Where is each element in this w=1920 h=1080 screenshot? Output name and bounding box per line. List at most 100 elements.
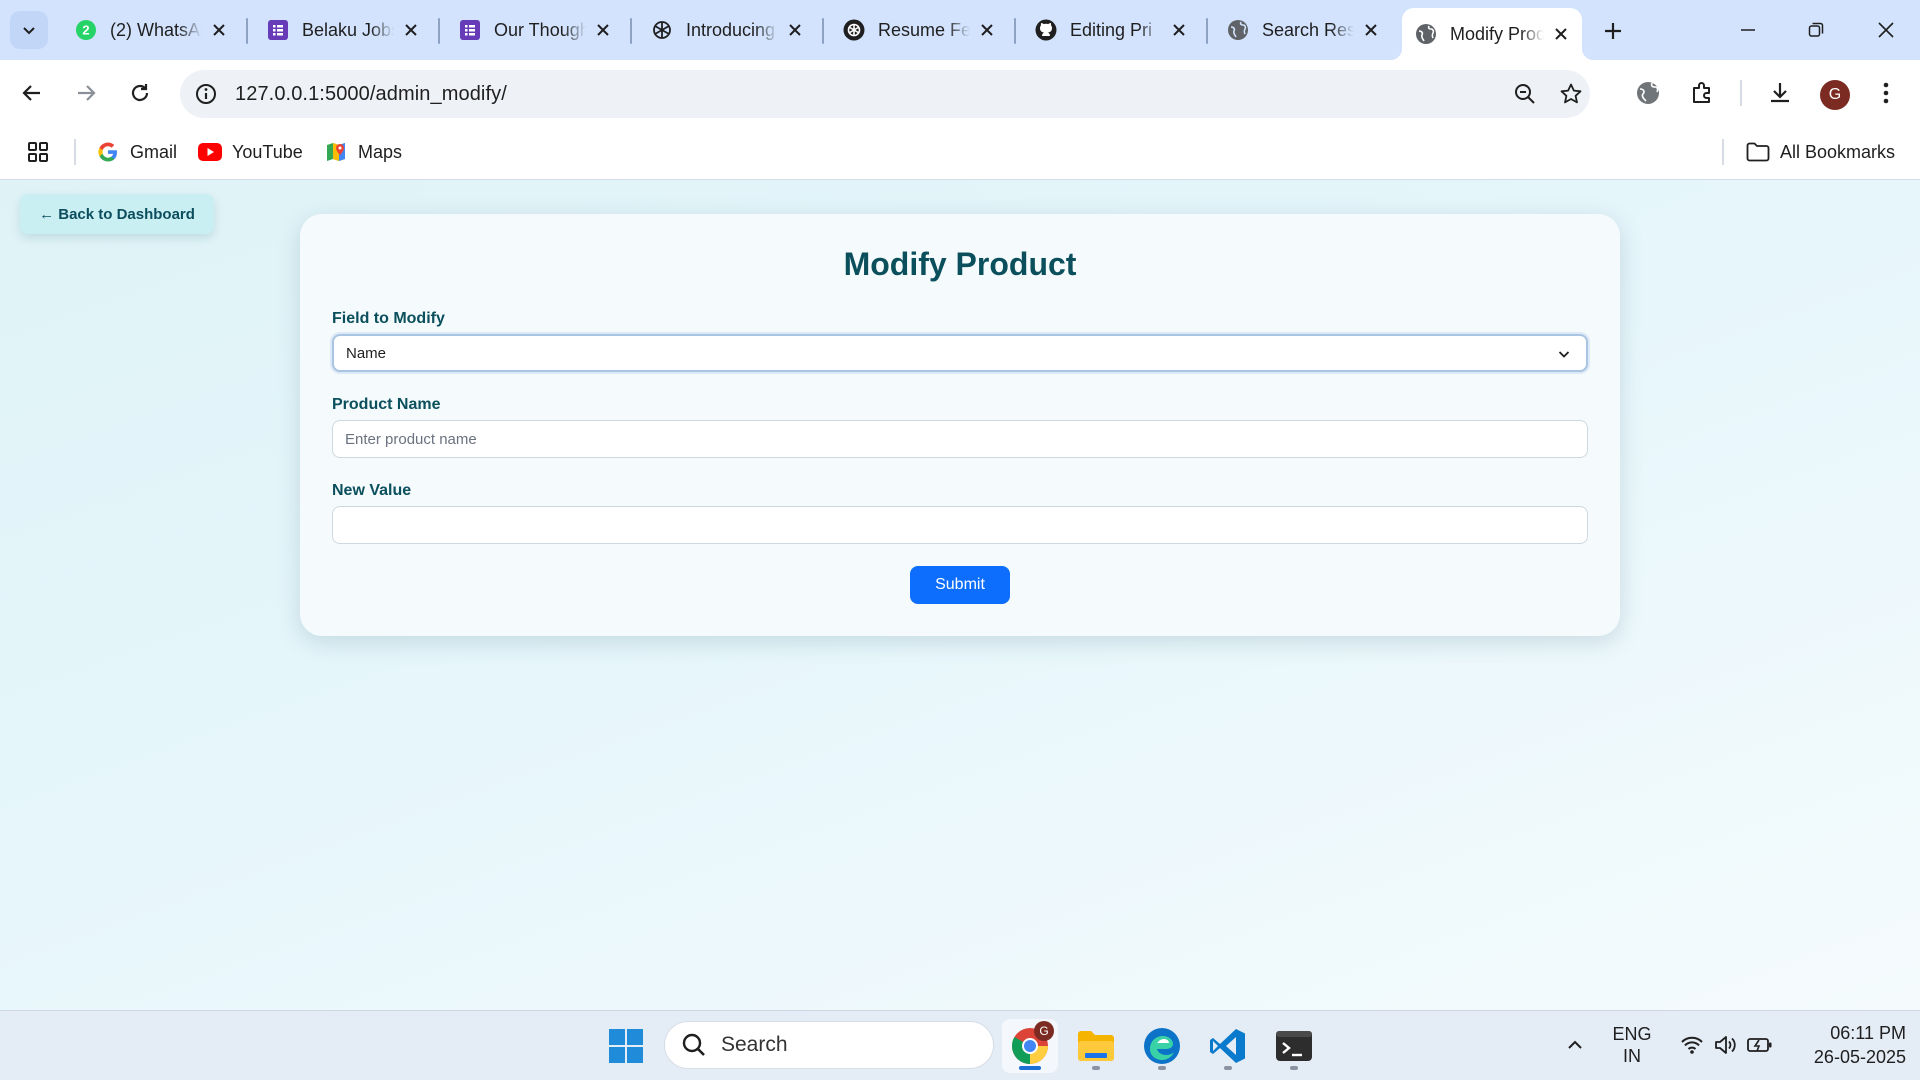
tab-separator <box>438 18 440 44</box>
search-icon <box>682 1033 705 1056</box>
bookmark-label: YouTube <box>232 141 303 162</box>
minimize-button[interactable] <box>1720 8 1776 52</box>
field-to-modify-select[interactable]: Name <box>332 334 1588 372</box>
menu-kebab-icon[interactable] <box>1866 73 1906 113</box>
close-icon[interactable] <box>976 19 998 41</box>
openai-icon <box>650 18 674 42</box>
taskbar-search-box[interactable]: Search <box>664 1021 994 1069</box>
all-bookmarks-button[interactable]: All Bookmarks <box>1746 138 1895 166</box>
tab-search-button[interactable] <box>10 11 48 49</box>
back-button[interactable] <box>12 73 52 113</box>
tab-title: Search Results <box>1262 19 1354 40</box>
forward-button[interactable] <box>66 73 106 113</box>
close-icon[interactable] <box>1168 19 1190 41</box>
tab-title: Modify Product <box>1450 23 1544 44</box>
language-indicator[interactable]: ENG IN <box>1600 1023 1664 1067</box>
clock-date: 26-05-2025 <box>1813 1047 1906 1067</box>
openai-icon <box>842 18 866 42</box>
close-icon[interactable] <box>1360 19 1382 41</box>
zoom-icon[interactable] <box>1510 79 1540 109</box>
product-name-placeholder: Enter product name <box>345 430 477 448</box>
tab-title: Resume Feedback <box>878 19 970 40</box>
bookmark-maps[interactable]: Maps <box>324 138 402 166</box>
extension-globe-icon[interactable] <box>1628 73 1668 113</box>
close-icon[interactable] <box>784 19 806 41</box>
site-info-icon[interactable] <box>191 79 221 109</box>
bookmark-youtube[interactable]: YouTube <box>198 138 303 166</box>
tab-title: Editing Pri <box>1070 19 1153 40</box>
taskbar-search-label: Search <box>721 1033 788 1056</box>
download-icon[interactable] <box>1760 73 1800 113</box>
system-clock[interactable]: 06:11 PM 26-05-2025 <box>1780 1021 1906 1069</box>
taskbar: Search G ENG IN 06:11 PM 26-05-2025 <box>0 1010 1920 1080</box>
globe-icon <box>1226 18 1250 42</box>
tab-search-results[interactable]: Search Results <box>1214 10 1392 50</box>
apps-button[interactable] <box>26 138 60 166</box>
star-icon[interactable] <box>1556 79 1586 109</box>
field-to-modify-label: Field to Modify <box>332 310 445 327</box>
tab-our-thoughts[interactable]: Our Thoughts <box>446 10 624 50</box>
close-icon[interactable] <box>400 19 422 41</box>
tab-introducing[interactable]: Introducing <box>638 10 816 50</box>
close-icon[interactable] <box>1550 23 1572 45</box>
modify-product-card: Modify Product Field to Modify Name Prod… <box>300 214 1620 636</box>
bookmark-gmail[interactable]: Gmail <box>96 138 177 166</box>
page-content: ← Back to Dashboard Modify Product Field… <box>0 180 1920 1010</box>
maps-icon <box>324 140 348 164</box>
taskbar-chrome[interactable]: G <box>1002 1019 1058 1073</box>
restore-icon <box>1808 22 1824 37</box>
tab-modify-product[interactable]: Modify Product <box>1390 8 1594 60</box>
url-text: 127.0.0.1:5000/admin_modify/ <box>235 82 507 105</box>
taskbar-edge[interactable] <box>1134 1019 1190 1073</box>
show-hidden-icons-button[interactable] <box>1560 1023 1590 1067</box>
tab-editing[interactable]: Editing Pri <box>1022 10 1200 50</box>
taskbar-vscode[interactable] <box>1200 1019 1256 1073</box>
bookmark-label: Maps <box>358 141 403 162</box>
running-indicator <box>1092 1066 1100 1070</box>
tab-resume-feedback[interactable]: Resume Feedback <box>830 10 1008 50</box>
address-bar[interactable]: 127.0.0.1:5000/admin_modify/ <box>180 70 1590 118</box>
apps-grid-icon <box>26 140 50 164</box>
close-icon[interactable] <box>592 19 614 41</box>
submit-button[interactable]: Submit <box>910 566 1010 604</box>
arrow-right-icon <box>78 85 96 101</box>
new-value-label: New Value <box>332 482 412 499</box>
forms-icon <box>266 18 290 42</box>
wifi-icon[interactable] <box>1676 1023 1708 1067</box>
close-icon[interactable] <box>208 19 230 41</box>
new-tab-button[interactable] <box>1596 14 1630 48</box>
tab-whatsapp[interactable]: 2 (2) WhatsApp <box>62 10 240 50</box>
page-title: Modify Product <box>843 246 1077 282</box>
tab-title: Belaku Jobs <box>302 19 394 40</box>
vscode-icon <box>1210 1029 1245 1063</box>
minimize-icon <box>1741 29 1755 31</box>
language-code: ENG <box>1612 1024 1652 1044</box>
back-to-dashboard-button[interactable]: ← Back to Dashboard <box>20 194 214 234</box>
github-icon <box>1034 18 1058 42</box>
chevron-up-icon <box>1568 1040 1582 1049</box>
close-icon <box>1878 22 1894 38</box>
taskbar-file-explorer[interactable] <box>1068 1019 1124 1073</box>
restore-button[interactable] <box>1788 8 1844 52</box>
tab-separator <box>1014 18 1016 44</box>
product-name-input[interactable]: Enter product name <box>332 420 1588 458</box>
battery-icon[interactable] <box>1744 1023 1776 1067</box>
start-button[interactable] <box>598 1019 654 1073</box>
clock-time: 06:11 PM <box>1830 1023 1906 1043</box>
new-value-input[interactable] <box>332 506 1588 544</box>
bookmarks-divider <box>74 139 76 165</box>
taskbar-terminal[interactable] <box>1266 1019 1322 1073</box>
tab-title: Our Thoughts <box>494 19 586 40</box>
bookmarks-bar: Gmail YouTube Maps All Bookmarks <box>0 126 1920 180</box>
toolbar-divider <box>1740 80 1742 106</box>
globe-icon <box>1414 22 1438 46</box>
google-icon <box>96 140 120 164</box>
tab-belaku-jobs[interactable]: Belaku Jobs <box>254 10 432 50</box>
forms-icon <box>458 18 482 42</box>
reload-button[interactable] <box>120 73 160 113</box>
volume-icon[interactable] <box>1710 1023 1742 1067</box>
profile-avatar[interactable]: G <box>1820 80 1850 110</box>
tab-title: Introducing <box>686 19 776 40</box>
close-window-button[interactable] <box>1858 8 1914 52</box>
extensions-puzzle-icon[interactable] <box>1682 73 1722 113</box>
